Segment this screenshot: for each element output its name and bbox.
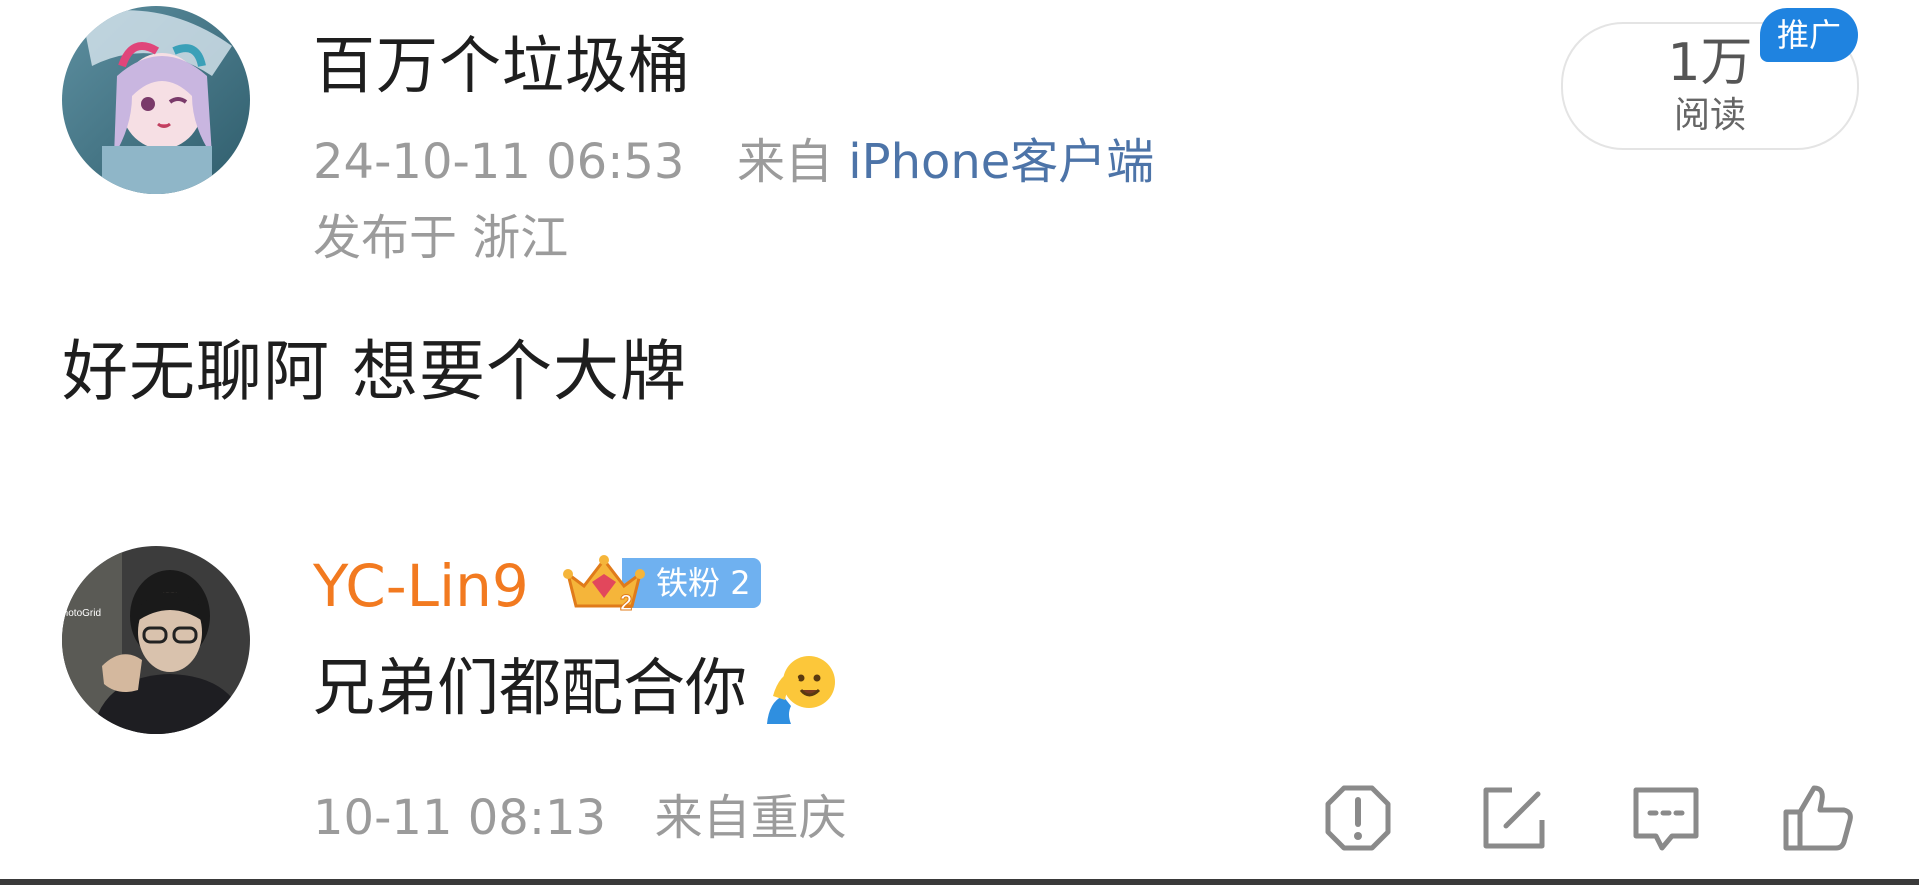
post-source-link[interactable]: iPhone客户端 — [848, 134, 1154, 190]
reply-time: 10-11 08:13 — [313, 790, 607, 846]
reply-author-name[interactable]: YC-Lin9 — [313, 548, 529, 624]
photo-avatar-image: PhotoGrid — [62, 546, 250, 734]
fan-badge-level: 2 — [730, 564, 751, 602]
salute-emoji-icon — [767, 656, 836, 724]
reply-author-avatar[interactable]: PhotoGrid — [62, 546, 250, 734]
post-author-avatar[interactable] — [62, 6, 250, 194]
reply-body: 兄弟们都配合你 — [313, 646, 841, 730]
share-icon — [1483, 787, 1545, 849]
like-button[interactable] — [1780, 780, 1856, 856]
crown-icon: 2 — [563, 555, 645, 614]
report-button[interactable] — [1320, 780, 1396, 856]
bottom-divider — [0, 879, 1919, 885]
post-location: 发布于 浙江 — [313, 210, 569, 266]
comment-button[interactable] — [1628, 780, 1704, 856]
reply-body-text: 兄弟们都配合你 — [313, 651, 748, 724]
post-body-text: 好无聊阿 想要个大牌 — [62, 333, 687, 410]
fan-badge-label: 铁粉 — [656, 564, 721, 602]
photogrid-watermark: PhotoGrid — [62, 608, 101, 619]
post-meta: 24-10-11 06:53 来自 iPhone客户端 — [313, 128, 1154, 196]
fan-badge[interactable]: 2 铁粉 2 — [560, 554, 761, 614]
like-icon — [1783, 785, 1853, 851]
post-time: 24-10-11 06:53 — [313, 134, 685, 190]
reply-meta: 10-11 08:13 来自重庆 — [313, 784, 847, 852]
post-author-name[interactable]: 百万个垃圾桶 — [313, 24, 691, 108]
share-button[interactable] — [1476, 780, 1552, 856]
crown-level: 2 — [620, 590, 632, 614]
reply-from-location: 来自重庆 — [654, 790, 847, 846]
read-label: 阅读 — [1673, 95, 1746, 136]
comment-icon — [1633, 787, 1699, 851]
anime-avatar-image — [62, 6, 250, 194]
report-icon — [1325, 785, 1391, 851]
promo-badge[interactable]: 推广 — [1760, 8, 1858, 62]
post-from-prefix: 来自 — [737, 134, 834, 190]
